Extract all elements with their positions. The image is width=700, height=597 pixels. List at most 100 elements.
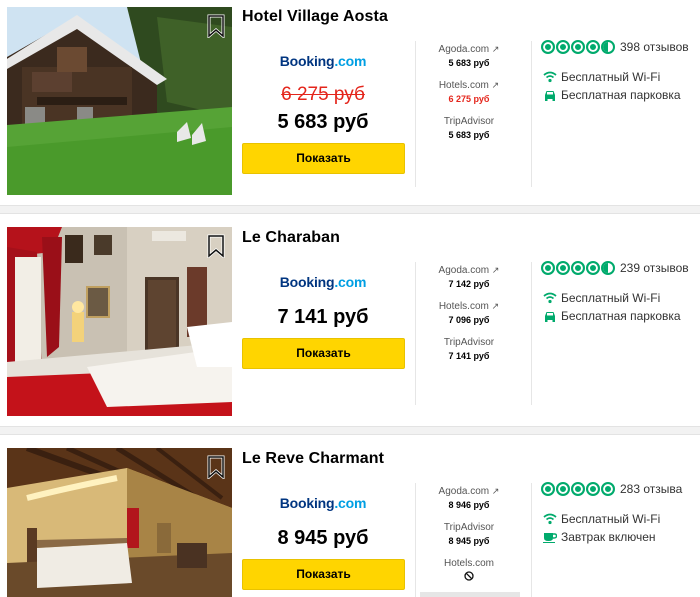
- hotel-photo-image: [7, 7, 232, 195]
- amenity-label: Бесплатный Wi-Fi: [561, 512, 661, 526]
- rating-bubble-half: [601, 40, 615, 54]
- amenity-label: Бесплатный Wi-Fi: [561, 291, 661, 305]
- divider: [531, 262, 532, 405]
- offer-item[interactable]: Agoda.com ↗ 8 946 руб: [419, 486, 519, 510]
- rating[interactable]: 239 отзывов: [541, 261, 689, 275]
- amenity: Бесплатная парковка: [543, 309, 681, 323]
- offer-provider: TripAdvisor: [443, 337, 495, 348]
- current-price: 8 945 руб: [277, 527, 369, 549]
- hotel-card: Le Charaban Booking.com 7 141 руб Показа…: [0, 214, 700, 426]
- rating-bubble-full: [586, 40, 600, 54]
- bookmark-icon[interactable]: [207, 455, 225, 479]
- booking-logo-name: Booking: [279, 53, 335, 69]
- amenity-label: Бесплатная парковка: [561, 88, 681, 102]
- hotel-photo[interactable]: [7, 448, 232, 597]
- divider: [415, 41, 416, 187]
- offer-provider: TripAdvisor: [443, 522, 495, 533]
- rating-bubble-full: [586, 482, 600, 496]
- offer-item[interactable]: Agoda.com ↗ 7 142 руб: [419, 265, 519, 289]
- breakfast-icon: [543, 530, 557, 544]
- wifi-icon: [543, 70, 557, 84]
- unavailable-icon: [419, 571, 519, 581]
- show-deal-button[interactable]: Показать: [242, 338, 405, 369]
- amenity-label: Бесплатный Wi-Fi: [561, 70, 661, 84]
- booking-logo-suffix: .com: [334, 53, 367, 69]
- current-price: 5 683 руб: [277, 111, 369, 133]
- amenity: Бесплатная парковка: [543, 88, 681, 102]
- rating-bubble-full: [571, 40, 585, 54]
- hotel-photo[interactable]: [7, 7, 232, 195]
- rating-bubbles: [541, 40, 616, 54]
- hotel-card: Hotel Village Aosta Booking.com 6 275 ру…: [0, 0, 700, 206]
- amenity: Завтрак включен: [543, 530, 656, 544]
- booking-logo-name: Booking: [279, 274, 335, 290]
- reviews-link[interactable]: 283 отзыва: [620, 482, 682, 496]
- booking-logo-name: Booking: [279, 495, 335, 511]
- scroll-indicator: [420, 592, 520, 597]
- external-link-icon: ↗: [491, 486, 500, 496]
- hotel-title[interactable]: Hotel Village Aosta: [242, 8, 388, 26]
- reviews-link[interactable]: 239 отзывов: [620, 261, 689, 275]
- divider: [415, 262, 416, 405]
- rating-bubble-full: [541, 482, 555, 496]
- offer-provider: TripAdvisor: [443, 116, 495, 127]
- amenity-label: Завтрак включен: [561, 530, 656, 544]
- rating-bubble-full: [541, 261, 555, 275]
- offer-price: 7 142 руб: [448, 279, 490, 289]
- rating-bubble-full: [586, 261, 600, 275]
- hotel-photo-image: [7, 448, 232, 597]
- offer-item[interactable]: Agoda.com ↗ 5 683 руб: [419, 44, 519, 68]
- bookmark-icon[interactable]: [207, 14, 225, 38]
- offer-provider: Hotels.com: [443, 558, 494, 569]
- offer-price: 5 683 руб: [448, 58, 490, 68]
- rating-bubble-full: [556, 40, 570, 54]
- rating-bubble-half: [601, 261, 615, 275]
- offer-item[interactable]: Hotels.com: [419, 558, 519, 581]
- offer-price: 8 946 руб: [448, 500, 490, 510]
- hotel-card: Le Reve Charmant Booking.com 8 945 руб П…: [0, 435, 700, 597]
- offer-price: 8 945 руб: [448, 536, 490, 546]
- offer-provider: Agoda.com: [438, 44, 490, 55]
- offer-price: 7 141 руб: [448, 351, 490, 361]
- offer-item[interactable]: TripAdvisor 8 945 руб: [419, 522, 519, 546]
- offer-price: 5 683 руб: [448, 130, 490, 140]
- offer-item[interactable]: Hotels.com ↗ 7 096 руб: [419, 301, 519, 325]
- amenity-label: Бесплатная парковка: [561, 309, 681, 323]
- hotel-title[interactable]: Le Charaban: [242, 229, 340, 247]
- amenity: Бесплатный Wi-Fi: [543, 512, 660, 526]
- rating[interactable]: 398 отзывов: [541, 40, 689, 54]
- amenity: Бесплатный Wi-Fi: [543, 70, 660, 84]
- rating-bubbles: [541, 261, 616, 275]
- show-deal-button[interactable]: Показать: [242, 143, 405, 174]
- offer-item[interactable]: Hotels.com ↗ 6 275 руб: [419, 80, 519, 104]
- divider: [531, 41, 532, 187]
- car-icon: [543, 309, 557, 323]
- car-icon: [543, 88, 557, 102]
- offer-price: 7 096 руб: [448, 315, 490, 325]
- show-deal-button[interactable]: Показать: [242, 559, 405, 590]
- rating-bubble-full: [571, 482, 585, 496]
- rating-bubble-full: [571, 261, 585, 275]
- booking-logo: Booking.com: [242, 274, 404, 290]
- booking-logo-suffix: .com: [334, 274, 367, 290]
- rating-bubble-full: [556, 261, 570, 275]
- offer-item[interactable]: TripAdvisor 5 683 руб: [419, 116, 519, 140]
- current-price: 7 141 руб: [277, 306, 369, 328]
- rating-bubbles: [541, 482, 616, 496]
- rating[interactable]: 283 отзыва: [541, 482, 682, 496]
- booking-logo: Booking.com: [242, 53, 404, 69]
- offer-item[interactable]: TripAdvisor 7 141 руб: [419, 337, 519, 361]
- hotel-title[interactable]: Le Reve Charmant: [242, 450, 384, 468]
- reviews-link[interactable]: 398 отзывов: [620, 40, 689, 54]
- wifi-icon: [543, 291, 557, 305]
- offer-provider: Hotels.com: [438, 80, 489, 91]
- external-link-icon: ↗: [491, 301, 500, 311]
- rating-bubble-full: [601, 482, 615, 496]
- offer-provider: Agoda.com: [438, 486, 490, 497]
- hotel-photo[interactable]: [7, 227, 232, 416]
- booking-logo-suffix: .com: [334, 495, 367, 511]
- external-link-icon: ↗: [491, 265, 500, 275]
- external-link-icon: ↗: [491, 44, 500, 54]
- external-link-icon: ↗: [491, 80, 500, 90]
- bookmark-icon[interactable]: [207, 234, 225, 258]
